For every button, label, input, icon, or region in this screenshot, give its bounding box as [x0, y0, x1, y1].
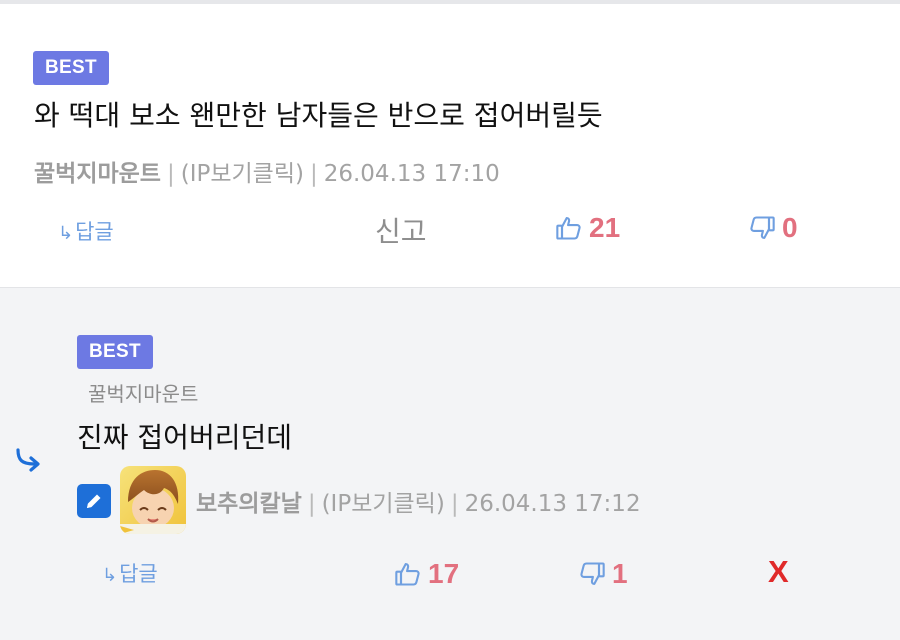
ip-link[interactable]: (IP보기클릭): [322, 491, 445, 517]
timestamp: 26.04.13 17:12: [464, 491, 641, 517]
downvote-count: 0: [782, 212, 798, 243]
downvote-count: 1: [612, 558, 628, 589]
reply-comment-item: BEST 꿀벅지마운트 진짜 접어버리던데 보추의칼날 | (IP보기클릭) |…: [0, 288, 900, 640]
downvote-button[interactable]: 1: [578, 558, 628, 590]
downvote-button[interactable]: 0: [748, 212, 798, 244]
upvote-count: 17: [428, 558, 460, 589]
upvote-count: 21: [589, 212, 621, 243]
thumbs-down-icon: [580, 562, 605, 585]
comment-text: 진짜 접어버리던데: [77, 421, 292, 454]
best-badge: BEST: [77, 335, 153, 369]
upvote-button[interactable]: 17: [394, 558, 459, 590]
best-badge: BEST: [33, 51, 109, 85]
delete-button[interactable]: X: [768, 554, 789, 590]
report-button[interactable]: 신고: [375, 210, 427, 250]
thumbs-up-icon: [395, 563, 420, 586]
comment-item: BEST 와 떡대 보소 왠만한 남자들은 반으로 접어버릴듯 꿀벅지마운트 |(…: [0, 4, 900, 288]
upvote-button[interactable]: 21: [555, 212, 620, 244]
comment-meta: 꿀벅지마운트 | (IP보기클릭) | 26.04.13 17:10: [34, 154, 500, 188]
reply-to-user: 꿀벅지마운트: [88, 382, 199, 406]
separator: |: [309, 161, 318, 187]
separator: |: [450, 491, 459, 517]
thumbs-down-icon: [750, 216, 775, 239]
reply-label: 답글: [75, 220, 114, 244]
curved-arrow-icon: [14, 448, 44, 476]
reply-arrow-icon: ↳: [102, 565, 118, 586]
timestamp: 26.04.13 17:10: [323, 161, 500, 187]
reply-arrow-icon: ↳: [58, 223, 74, 244]
comment-text: 와 떡대 보소 왠만한 남자들은 반으로 접어버릴듯: [34, 99, 603, 132]
comment-meta: 보추의칼날 | (IP보기클릭) | 26.04.13 17:12: [196, 484, 641, 518]
reply-button[interactable]: ↳답글: [102, 558, 158, 588]
reply-button[interactable]: ↳답글: [58, 216, 114, 246]
reply-label: 답글: [119, 562, 158, 586]
avatar[interactable]: [120, 466, 186, 534]
separator: |: [307, 491, 316, 517]
separator: |: [166, 161, 175, 187]
author-name[interactable]: 꿀벅지마운트: [34, 161, 161, 187]
ip-link[interactable]: (IP보기클릭): [181, 161, 304, 187]
author-name[interactable]: 보추의칼날: [196, 491, 302, 517]
pencil-icon: [77, 484, 111, 518]
thumbs-up-icon: [556, 217, 581, 240]
